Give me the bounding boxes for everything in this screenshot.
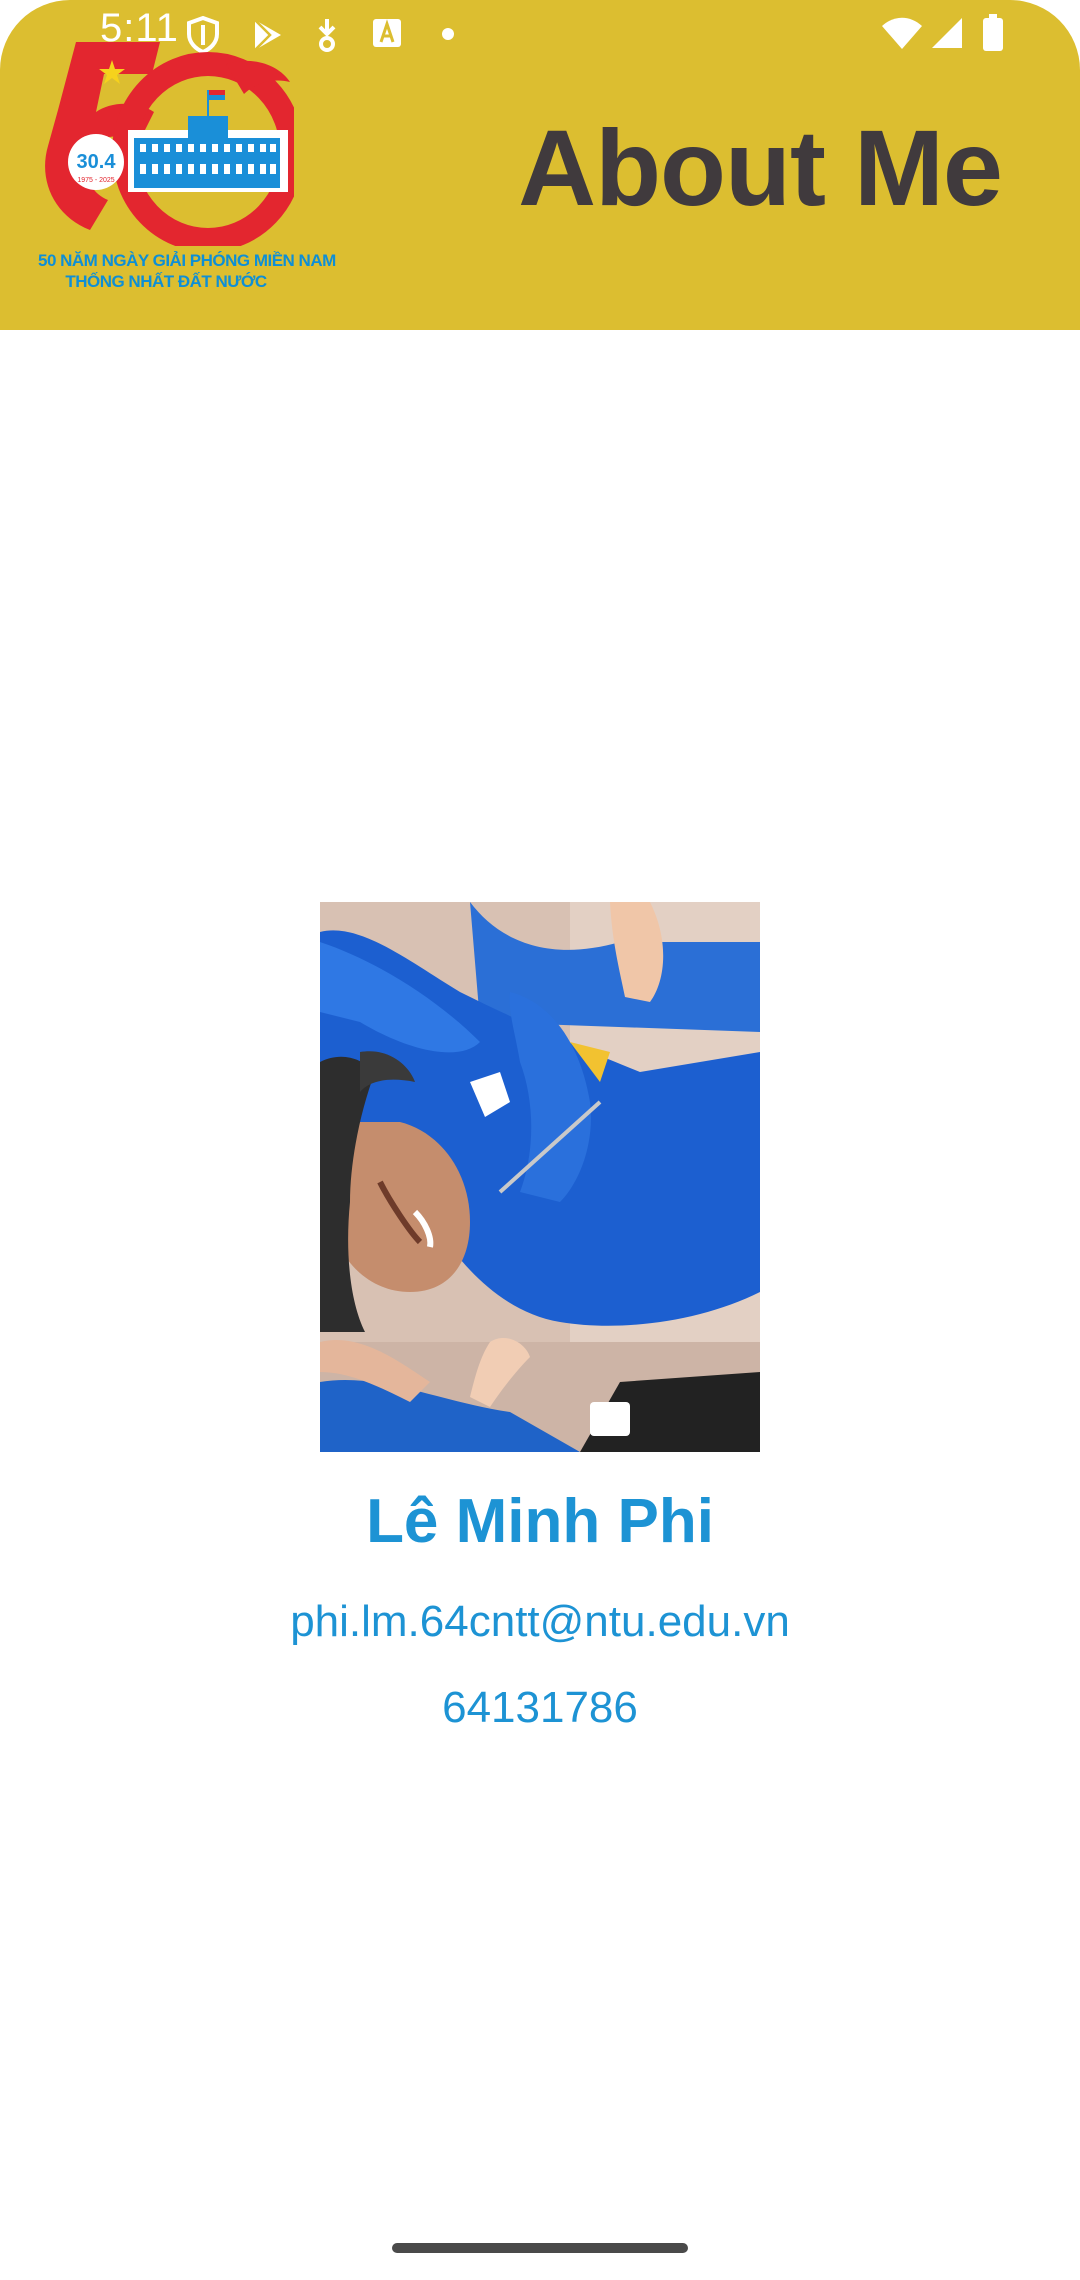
- profile-student-id: 64131786: [442, 1683, 638, 1732]
- home-indicator[interactable]: [392, 2243, 688, 2253]
- profile-section: Lê Minh Phi phi.lm.64cntt@ntu.edu.vn 641…: [0, 0, 1080, 2280]
- profile-photo: [320, 902, 760, 1452]
- profile-email: phi.lm.64cntt@ntu.edu.vn: [290, 1597, 790, 1646]
- profile-name: Lê Minh Phi: [366, 1487, 714, 1556]
- about-me-screen: 5:11 30.4 1975 - 2025 50 NĂM NGÀY GIẢI P…: [0, 0, 1080, 2280]
